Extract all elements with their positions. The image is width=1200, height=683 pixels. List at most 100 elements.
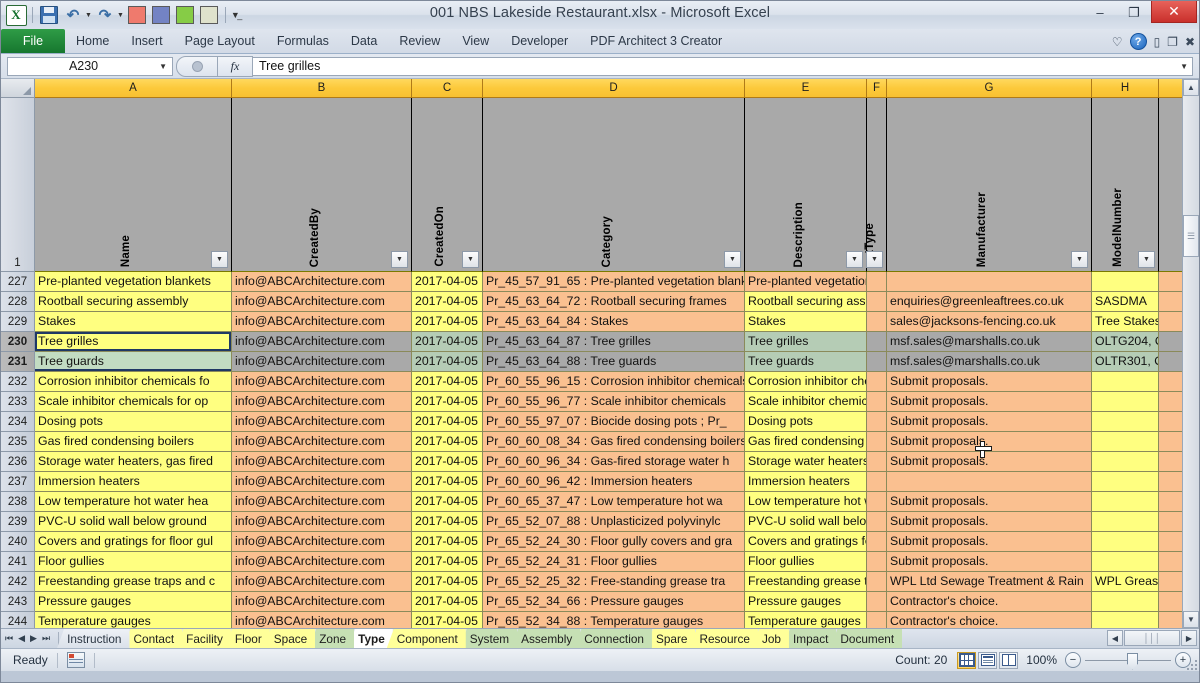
cell-E232[interactable]: Corrosion inhibitor che [745,372,867,392]
sheet-tab-spare[interactable]: Spare [645,629,696,648]
cell-B228[interactable]: info@ABCArchitecture.com [232,292,412,312]
filter-dropdown-icon[interactable]: ▼ [866,251,883,268]
cell-F243[interactable] [867,592,887,612]
row-header-244[interactable]: 244 [1,612,35,628]
scroll-down-button[interactable]: ▼ [1183,611,1199,628]
cell-H233[interactable] [1092,392,1159,412]
last-sheet-button[interactable]: ⏭ [42,633,50,644]
column-header-B[interactable]: B [232,79,412,98]
header-cell-D[interactable]: Category ▼ [483,98,745,272]
cell-E241[interactable]: Floor gullies [745,552,867,572]
cell-E239[interactable]: PVC-U solid wall below [745,512,867,532]
cell-B240[interactable]: info@ABCArchitecture.com [232,532,412,552]
zoom-slider[interactable] [1085,652,1171,670]
sheet-tab-component[interactable]: Component [386,629,466,648]
cell-B229[interactable]: info@ABCArchitecture.com [232,312,412,332]
cell-H229[interactable]: Tree Stakes [1092,312,1159,332]
cell-D236[interactable]: Pr_60_60_96_34 : Gas-fired storage water… [483,452,745,472]
cell-H240[interactable] [1092,532,1159,552]
cell-D228[interactable]: Pr_45_63_64_72 : Rootball securing frame… [483,292,745,312]
row-header-232[interactable]: 232 [1,372,35,392]
cell-A235[interactable]: Gas fired condensing boilers [35,432,232,452]
cell-D233[interactable]: Pr_60_55_96_77 : Scale inhibitor chemica… [483,392,745,412]
zoom-out-button[interactable]: − [1065,652,1081,668]
row-header-241[interactable]: 241 [1,552,35,572]
cell-A233[interactable]: Scale inhibitor chemicals for op [35,392,232,412]
tab-scroll-left-button[interactable]: ◀ [1107,630,1123,646]
column-header-F[interactable]: F [867,79,887,98]
tab-pdf-architect-3-creator[interactable]: PDF Architect 3 Creator [579,29,733,53]
cell-G239[interactable]: Submit proposals. [887,512,1092,532]
normal-view-button[interactable] [957,651,977,669]
cell-D231[interactable]: Pr_45_63_64_88 : Tree guards [483,352,745,372]
cell-C236[interactable]: 2017-04-05 [412,452,483,472]
cell-C242[interactable]: 2017-04-05 [412,572,483,592]
sheet-tab-space[interactable]: Space [263,629,316,648]
cell-C232[interactable]: 2017-04-05 [412,372,483,392]
cell-F239[interactable] [867,512,887,532]
formula-input[interactable]: Tree grilles ▼ [253,56,1193,76]
cell-H239[interactable] [1092,512,1159,532]
tab-review[interactable]: Review [388,29,451,53]
minimize-button[interactable]: – [1083,1,1117,24]
cell-G227[interactable] [887,272,1092,292]
page-layout-view-button[interactable] [978,651,998,669]
header-cell-C[interactable]: CreatedOn ▼ [412,98,483,272]
cell-D238[interactable]: Pr_60_65_37_47 : Low temperature hot wa [483,492,745,512]
column-header-G[interactable]: G [887,79,1092,98]
cell-E240[interactable]: Covers and gratings fo [745,532,867,552]
cell-F227[interactable] [867,272,887,292]
cell-G233[interactable]: Submit proposals. [887,392,1092,412]
sheet-tab-document[interactable]: Document [830,629,903,648]
cell-A234[interactable]: Dosing pots [35,412,232,432]
cell-G242[interactable]: WPL Ltd Sewage Treatment & Rain [887,572,1092,592]
sheet-tab-facility[interactable]: Facility [176,629,231,648]
zoom-slider-thumb[interactable] [1127,652,1138,670]
cell-D235[interactable]: Pr_60_60_08_34 : Gas fired condensing bo… [483,432,745,452]
resize-grip-icon[interactable] [1185,658,1197,670]
cell-G228[interactable]: enquiries@greenleaftrees.co.uk [887,292,1092,312]
filter-dropdown-icon[interactable]: ▼ [724,251,741,268]
cell-B239[interactable]: info@ABCArchitecture.com [232,512,412,532]
cell-E237[interactable]: Immersion heaters [745,472,867,492]
cell-D229[interactable]: Pr_45_63_64_84 : Stakes [483,312,745,332]
sheet-tab-connection[interactable]: Connection [574,629,652,648]
sheet-tab-resource[interactable]: Resource [689,629,758,648]
select-all-corner[interactable] [1,79,35,98]
row-header-230[interactable]: 230 [1,332,35,352]
first-sheet-button[interactable]: ⏮ [5,633,13,644]
cell-F231[interactable] [867,352,887,372]
tab-scroll-right-button[interactable]: ▶ [1181,630,1197,646]
header-cell-A[interactable]: Name ▼ [35,98,232,272]
cell-C238[interactable]: 2017-04-05 [412,492,483,512]
scroll-thumb[interactable]: ☰ [1183,215,1199,257]
cell-B238[interactable]: info@ABCArchitecture.com [232,492,412,512]
cell-G229[interactable]: sales@jacksons-fencing.co.uk [887,312,1092,332]
cell-A237[interactable]: Immersion heaters [35,472,232,492]
cell-E242[interactable]: Freestanding grease tr [745,572,867,592]
cell-B243[interactable]: info@ABCArchitecture.com [232,592,412,612]
cell-F229[interactable] [867,312,887,332]
cell-G232[interactable]: Submit proposals. [887,372,1092,392]
cell-A230[interactable]: Tree grilles [35,332,232,352]
cell-C227[interactable]: 2017-04-05 [412,272,483,292]
cell-A227[interactable]: Pre-planted vegetation blankets [35,272,232,292]
row-header-231[interactable]: 231 [1,352,35,372]
cell-A229[interactable]: Stakes [35,312,232,332]
row-header-239[interactable]: 239 [1,512,35,532]
filter-dropdown-icon[interactable]: ▼ [211,251,228,268]
cell-E231[interactable]: Tree guards [745,352,867,372]
cell-G238[interactable]: Submit proposals. [887,492,1092,512]
cell-A243[interactable]: Pressure gauges [35,592,232,612]
next-sheet-button[interactable]: ▶ [30,633,37,644]
cell-D232[interactable]: Pr_60_55_96_15 : Corrosion inhibitor che… [483,372,745,392]
column-header-H[interactable]: H [1092,79,1159,98]
cell-C239[interactable]: 2017-04-05 [412,512,483,532]
help-icon[interactable]: ? [1129,33,1147,50]
zoom-level[interactable]: 100% [1026,653,1057,667]
row-header-238[interactable]: 238 [1,492,35,512]
sheet-tab-impact[interactable]: Impact [782,629,837,648]
cell-E230[interactable]: Tree grilles [745,332,867,352]
scroll-up-button[interactable]: ▲ [1183,79,1199,96]
tab-data[interactable]: Data [340,29,388,53]
